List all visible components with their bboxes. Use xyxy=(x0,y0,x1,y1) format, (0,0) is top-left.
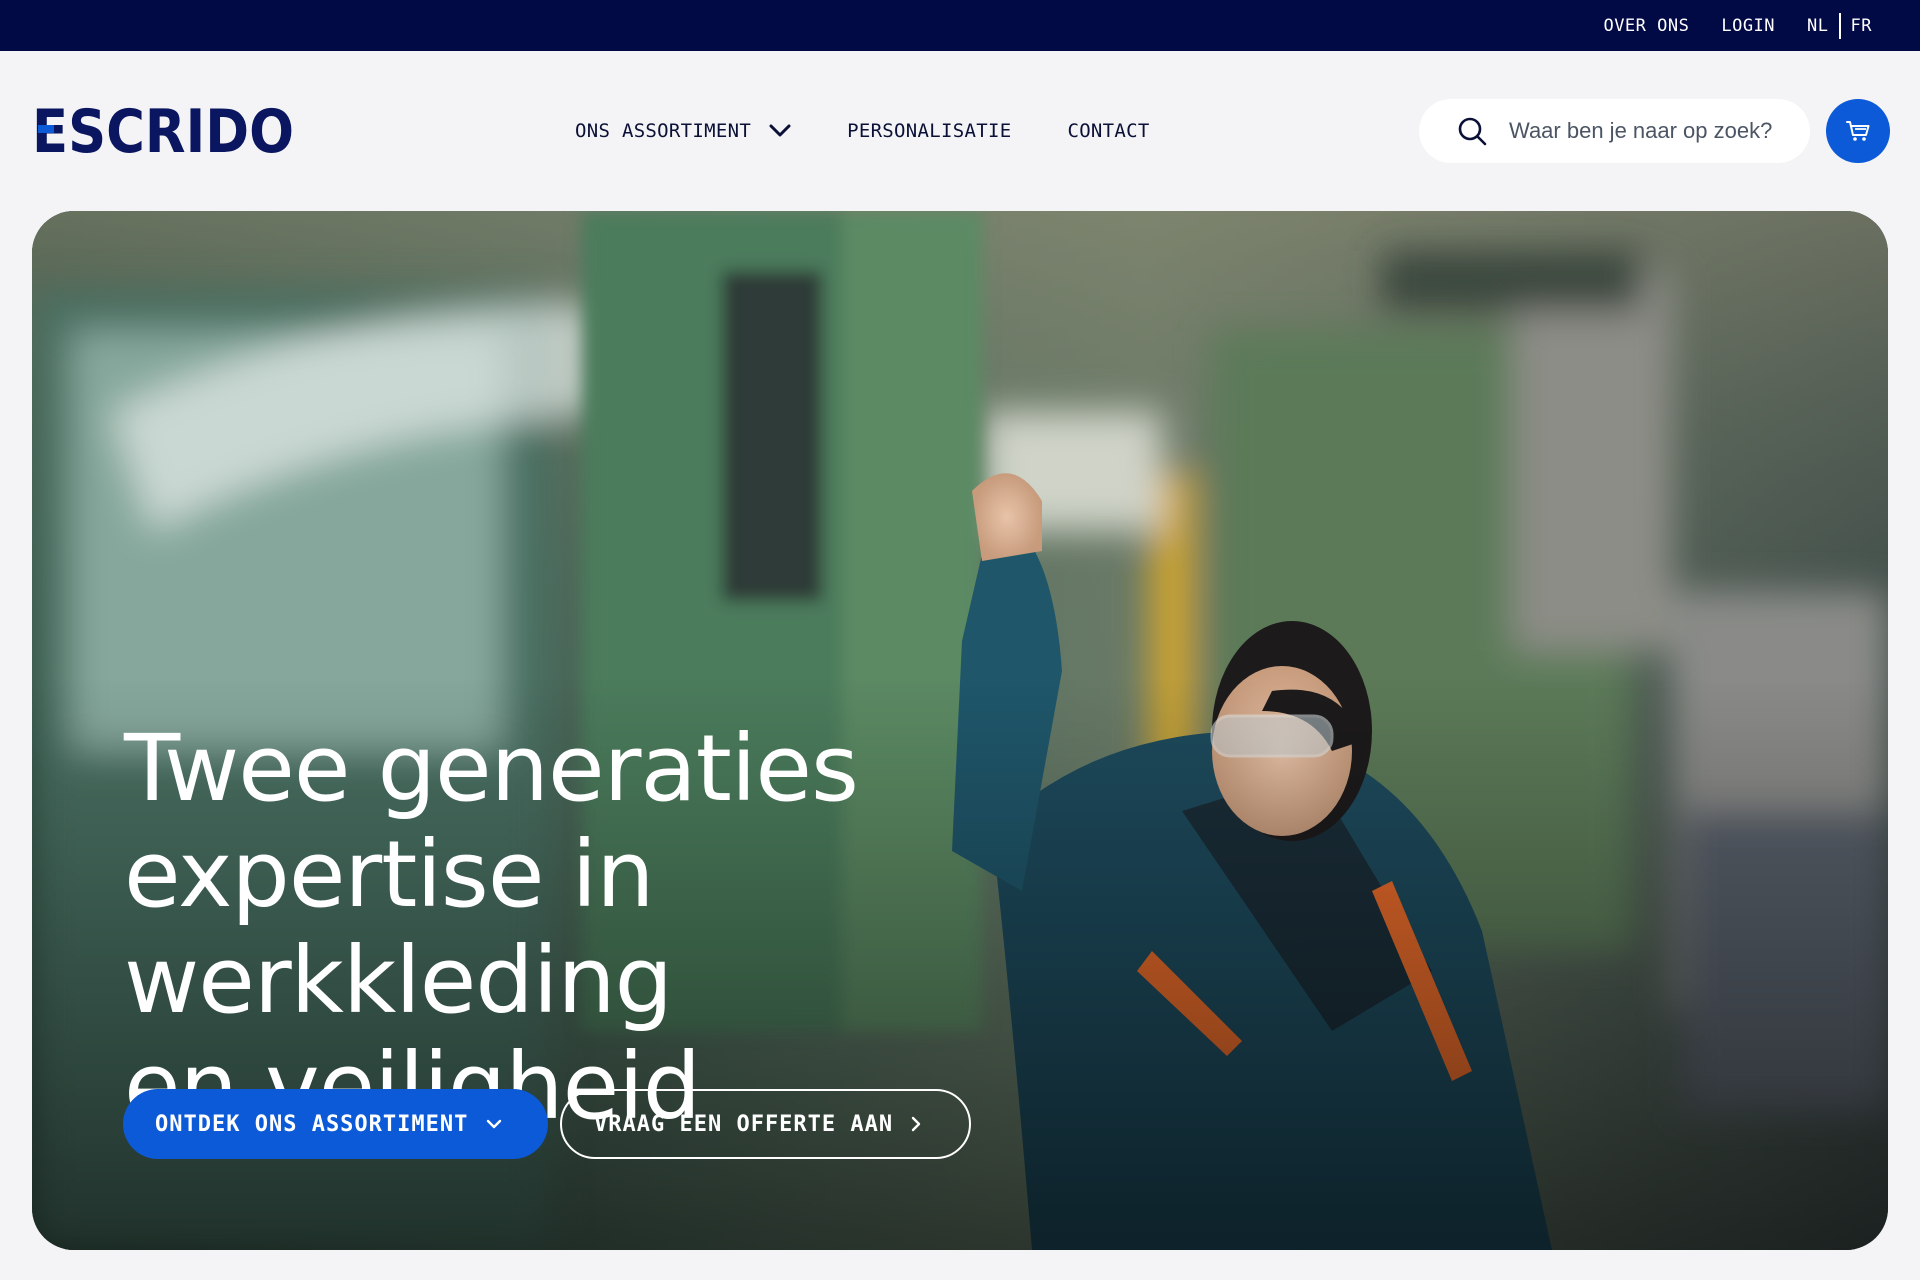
cart-icon xyxy=(1846,121,1870,141)
search-icon[interactable] xyxy=(1457,116,1487,146)
chevron-down-icon xyxy=(487,1119,502,1129)
chevron-down-icon xyxy=(769,124,791,137)
hero-cta-row: ONTDEK ONS ASSORTIMENT VRAAG EEN OFFERTE… xyxy=(123,1089,971,1159)
search-input[interactable] xyxy=(1509,118,1789,144)
nav-item-label: CONTACT xyxy=(1067,120,1150,142)
language-divider xyxy=(1838,12,1841,39)
hero-banner: Twee generaties expertise in werkkleding… xyxy=(32,211,1888,1250)
escrido-logo[interactable]: ESCRIDO xyxy=(32,97,294,167)
language-switcher: NL FR xyxy=(1807,12,1872,39)
chevron-right-icon xyxy=(911,1116,921,1132)
ontdek-ons-assortiment-button[interactable]: ONTDEK ONS ASSORTIMENT xyxy=(123,1089,548,1159)
nav-item-ons-assortiment[interactable]: ONS ASSORTIMENT xyxy=(575,120,791,142)
site-header: ESCRIDO ONS ASSORTIMENT PERSONALISATIE C… xyxy=(0,51,1920,211)
search-bar[interactable] xyxy=(1419,99,1810,163)
nav-item-label: PERSONALISATIE xyxy=(847,120,1012,142)
escrido-logo-wordmark: ESCRIDO xyxy=(32,97,294,167)
nav-item-label: ONS ASSORTIMENT xyxy=(575,120,752,142)
over-ons-link[interactable]: OVER ONS xyxy=(1603,16,1689,36)
top-utility-bar: OVER ONS LOGIN NL FR xyxy=(0,0,1920,51)
button-label: ONTDEK ONS ASSORTIMENT xyxy=(155,1111,469,1137)
main-navigation: ONS ASSORTIMENT PERSONALISATIE CONTACT xyxy=(575,51,1150,211)
svg-text:ESCRIDO: ESCRIDO xyxy=(32,103,294,157)
nav-item-personalisatie[interactable]: PERSONALISATIE xyxy=(847,120,1011,142)
language-fr-link[interactable]: FR xyxy=(1851,16,1872,36)
hero-headline: Twee generaties expertise in werkkleding… xyxy=(124,716,1224,1140)
login-link[interactable]: LOGIN xyxy=(1721,16,1775,36)
language-nl-link[interactable]: NL xyxy=(1807,16,1828,36)
cart-button[interactable] xyxy=(1826,99,1890,163)
hero-headline-line-1: Twee generaties xyxy=(124,715,859,822)
nav-item-contact[interactable]: CONTACT xyxy=(1067,120,1149,142)
button-label: VRAAG EEN OFFERTE AAN xyxy=(594,1111,894,1137)
vraag-een-offerte-aan-button[interactable]: VRAAG EEN OFFERTE AAN xyxy=(560,1089,971,1159)
hero-headline-line-2: expertise in werkkleding xyxy=(124,821,673,1034)
